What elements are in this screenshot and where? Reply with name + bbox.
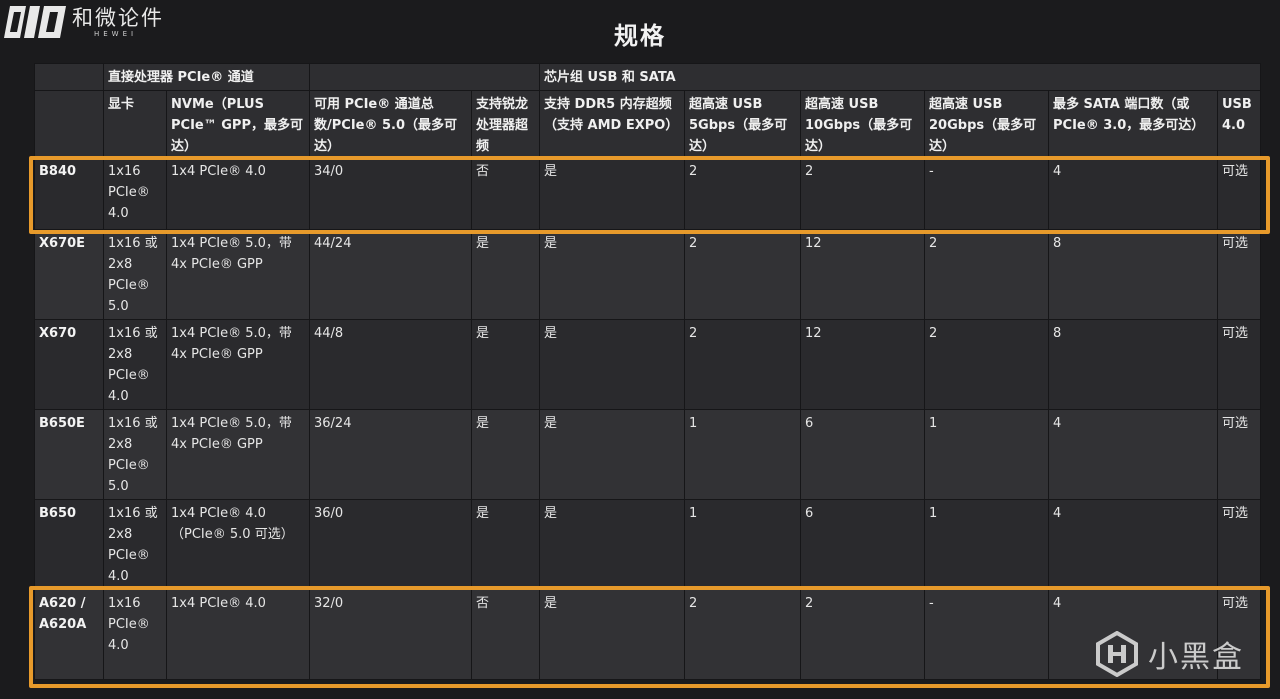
- table-cell: 1x4 PCIe® 4.0（PCIe® 5.0 可选）: [166, 499, 310, 590]
- xiaoheihe-logo-icon: [1096, 631, 1138, 677]
- table-cell: 1: [684, 409, 801, 500]
- table-cell: 2: [684, 319, 801, 410]
- column-header: 最多 SATA 端口数（或 PCIe® 3.0，最多可达）: [1048, 90, 1218, 158]
- column-header: 超高速 USB 5Gbps（最多可达）: [684, 90, 801, 158]
- table-cell: 可选: [1216, 319, 1262, 410]
- table-cell: 是: [539, 589, 685, 680]
- column-header-row: 显卡 NVMe（PLUS PCIe™ GPP，最多可达） 可用 PCIe® 通道…: [34, 90, 1262, 158]
- table-cell: 2: [800, 157, 925, 230]
- table-cell: 44/8: [309, 319, 472, 410]
- table-cell: 是: [539, 229, 685, 320]
- table-cell: 是: [539, 409, 685, 500]
- table-cell: 36/0: [309, 499, 472, 590]
- table-cell: 1x16 或 2x8 PCIe® 4.0: [103, 499, 167, 590]
- group-header-row: 直接处理器 PCIe® 通道 芯片组 USB 和 SATA: [34, 63, 1262, 91]
- column-header: 支持锐龙处理器超频: [471, 90, 540, 158]
- table-cell: 可选: [1216, 157, 1262, 230]
- table-cell: 否: [471, 157, 540, 230]
- table-cell: 6: [800, 499, 925, 590]
- group-header-cpu-pcie: 直接处理器 PCIe® 通道: [103, 63, 310, 91]
- table-cell: 32/0: [309, 589, 472, 680]
- column-header: [34, 90, 104, 158]
- chipset-cell: B840: [34, 157, 104, 230]
- table-cell: -: [924, 157, 1049, 230]
- table-cell: -: [924, 589, 1049, 680]
- table-row: X670E 1x16 或 2x8 PCIe® 5.0 1x4 PCIe® 5.0…: [34, 229, 1262, 320]
- chipset-cell: X670: [34, 319, 104, 410]
- table-cell: 4: [1048, 499, 1218, 590]
- watermark-text: 小黑盒: [1148, 640, 1244, 675]
- table-cell: 可选: [1216, 229, 1262, 320]
- table-cell: 2: [684, 589, 801, 680]
- table-cell: 是: [471, 319, 540, 410]
- group-header-blank: [309, 63, 540, 91]
- table-row: B840 1x16 PCIe® 4.0 1x4 PCIe® 4.0 34/0 否…: [34, 157, 1262, 230]
- group-header-empty: [34, 63, 104, 91]
- table-cell: 是: [539, 319, 685, 410]
- table-cell: 12: [800, 319, 925, 410]
- chipset-cell: B650: [34, 499, 104, 590]
- table-cell: 1: [924, 499, 1049, 590]
- table-cell: 1x4 PCIe® 5.0，带 4x PCIe® GPP: [166, 409, 310, 500]
- table-cell: 1x4 PCIe® 5.0，带 4x PCIe® GPP: [166, 229, 310, 320]
- table-cell: 可选: [1216, 499, 1262, 590]
- table-cell: 2: [924, 319, 1049, 410]
- table-cell: 1x16 或 2x8 PCIe® 5.0: [103, 229, 167, 320]
- table-cell: 4: [1048, 409, 1218, 500]
- column-header: 可用 PCIe® 通道总数/PCIe® 5.0（最多可达）: [309, 90, 472, 158]
- table-cell: 否: [471, 589, 540, 680]
- table-cell: 44/24: [309, 229, 472, 320]
- chipset-spec-table: 直接处理器 PCIe® 通道 芯片组 USB 和 SATA 显卡 NVMe（PL…: [34, 63, 1262, 680]
- table-row: X670 1x16 或 2x8 PCIe® 4.0 1x4 PCIe® 5.0，…: [34, 319, 1262, 410]
- table-cell: 1x4 PCIe® 4.0: [166, 589, 310, 680]
- table-row: A620 / A620A 1x16 PCIe® 4.0 1x4 PCIe® 4.…: [34, 589, 1262, 680]
- table-cell: 6: [800, 409, 925, 500]
- table-cell: 1x16 PCIe® 4.0: [103, 589, 167, 680]
- table-cell: 是: [471, 499, 540, 590]
- table-cell: 8: [1048, 229, 1218, 320]
- table-cell: 1x4 PCIe® 5.0，带 4x PCIe® GPP: [166, 319, 310, 410]
- column-header: 显卡: [103, 90, 167, 158]
- table-cell: 1x16 或 2x8 PCIe® 5.0: [103, 409, 167, 500]
- table-cell: 2: [924, 229, 1049, 320]
- table-cell: 1x4 PCIe® 4.0: [166, 157, 310, 230]
- table-cell: 2: [684, 229, 801, 320]
- table-cell: 2: [684, 157, 801, 230]
- chipset-cell: A620 / A620A: [34, 589, 104, 680]
- table-row: B650E 1x16 或 2x8 PCIe® 5.0 1x4 PCIe® 5.0…: [34, 409, 1262, 500]
- table-cell: 是: [539, 499, 685, 590]
- chipset-cell: B650E: [34, 409, 104, 500]
- table-cell: 1x16 或 2x8 PCIe® 4.0: [103, 319, 167, 410]
- column-header: 超高速 USB 20Gbps（最多可达）: [924, 90, 1049, 158]
- column-header: USB 4.0: [1216, 90, 1262, 158]
- table-cell: 1: [924, 409, 1049, 500]
- page-title: 规格: [614, 22, 666, 50]
- table-cell: 34/0: [309, 157, 472, 230]
- chipset-cell: X670E: [34, 229, 104, 320]
- table-cell: 是: [471, 229, 540, 320]
- table-cell: 1x16 PCIe® 4.0: [103, 157, 167, 230]
- table-cell: 是: [471, 409, 540, 500]
- column-header: 超高速 USB 10Gbps（最多可达）: [800, 90, 925, 158]
- column-header: NVMe（PLUS PCIe™ GPP，最多可达）: [166, 90, 310, 158]
- table-cell: 是: [539, 157, 685, 230]
- table-row: B650 1x16 或 2x8 PCIe® 4.0 1x4 PCIe® 4.0（…: [34, 499, 1262, 590]
- table-cell: 2: [800, 589, 925, 680]
- table-cell: 可选: [1216, 409, 1262, 500]
- watermark: 小黑盒: [1094, 631, 1244, 677]
- table-cell: 36/24: [309, 409, 472, 500]
- table-cell: 8: [1048, 319, 1218, 410]
- group-header-chipset: 芯片组 USB 和 SATA: [538, 63, 1262, 91]
- column-header: 支持 DDR5 内存超频（支持 AMD EXPO）: [539, 90, 685, 158]
- table-cell: 12: [800, 229, 925, 320]
- table-cell: 1: [684, 499, 801, 590]
- table-cell: 4: [1048, 157, 1218, 230]
